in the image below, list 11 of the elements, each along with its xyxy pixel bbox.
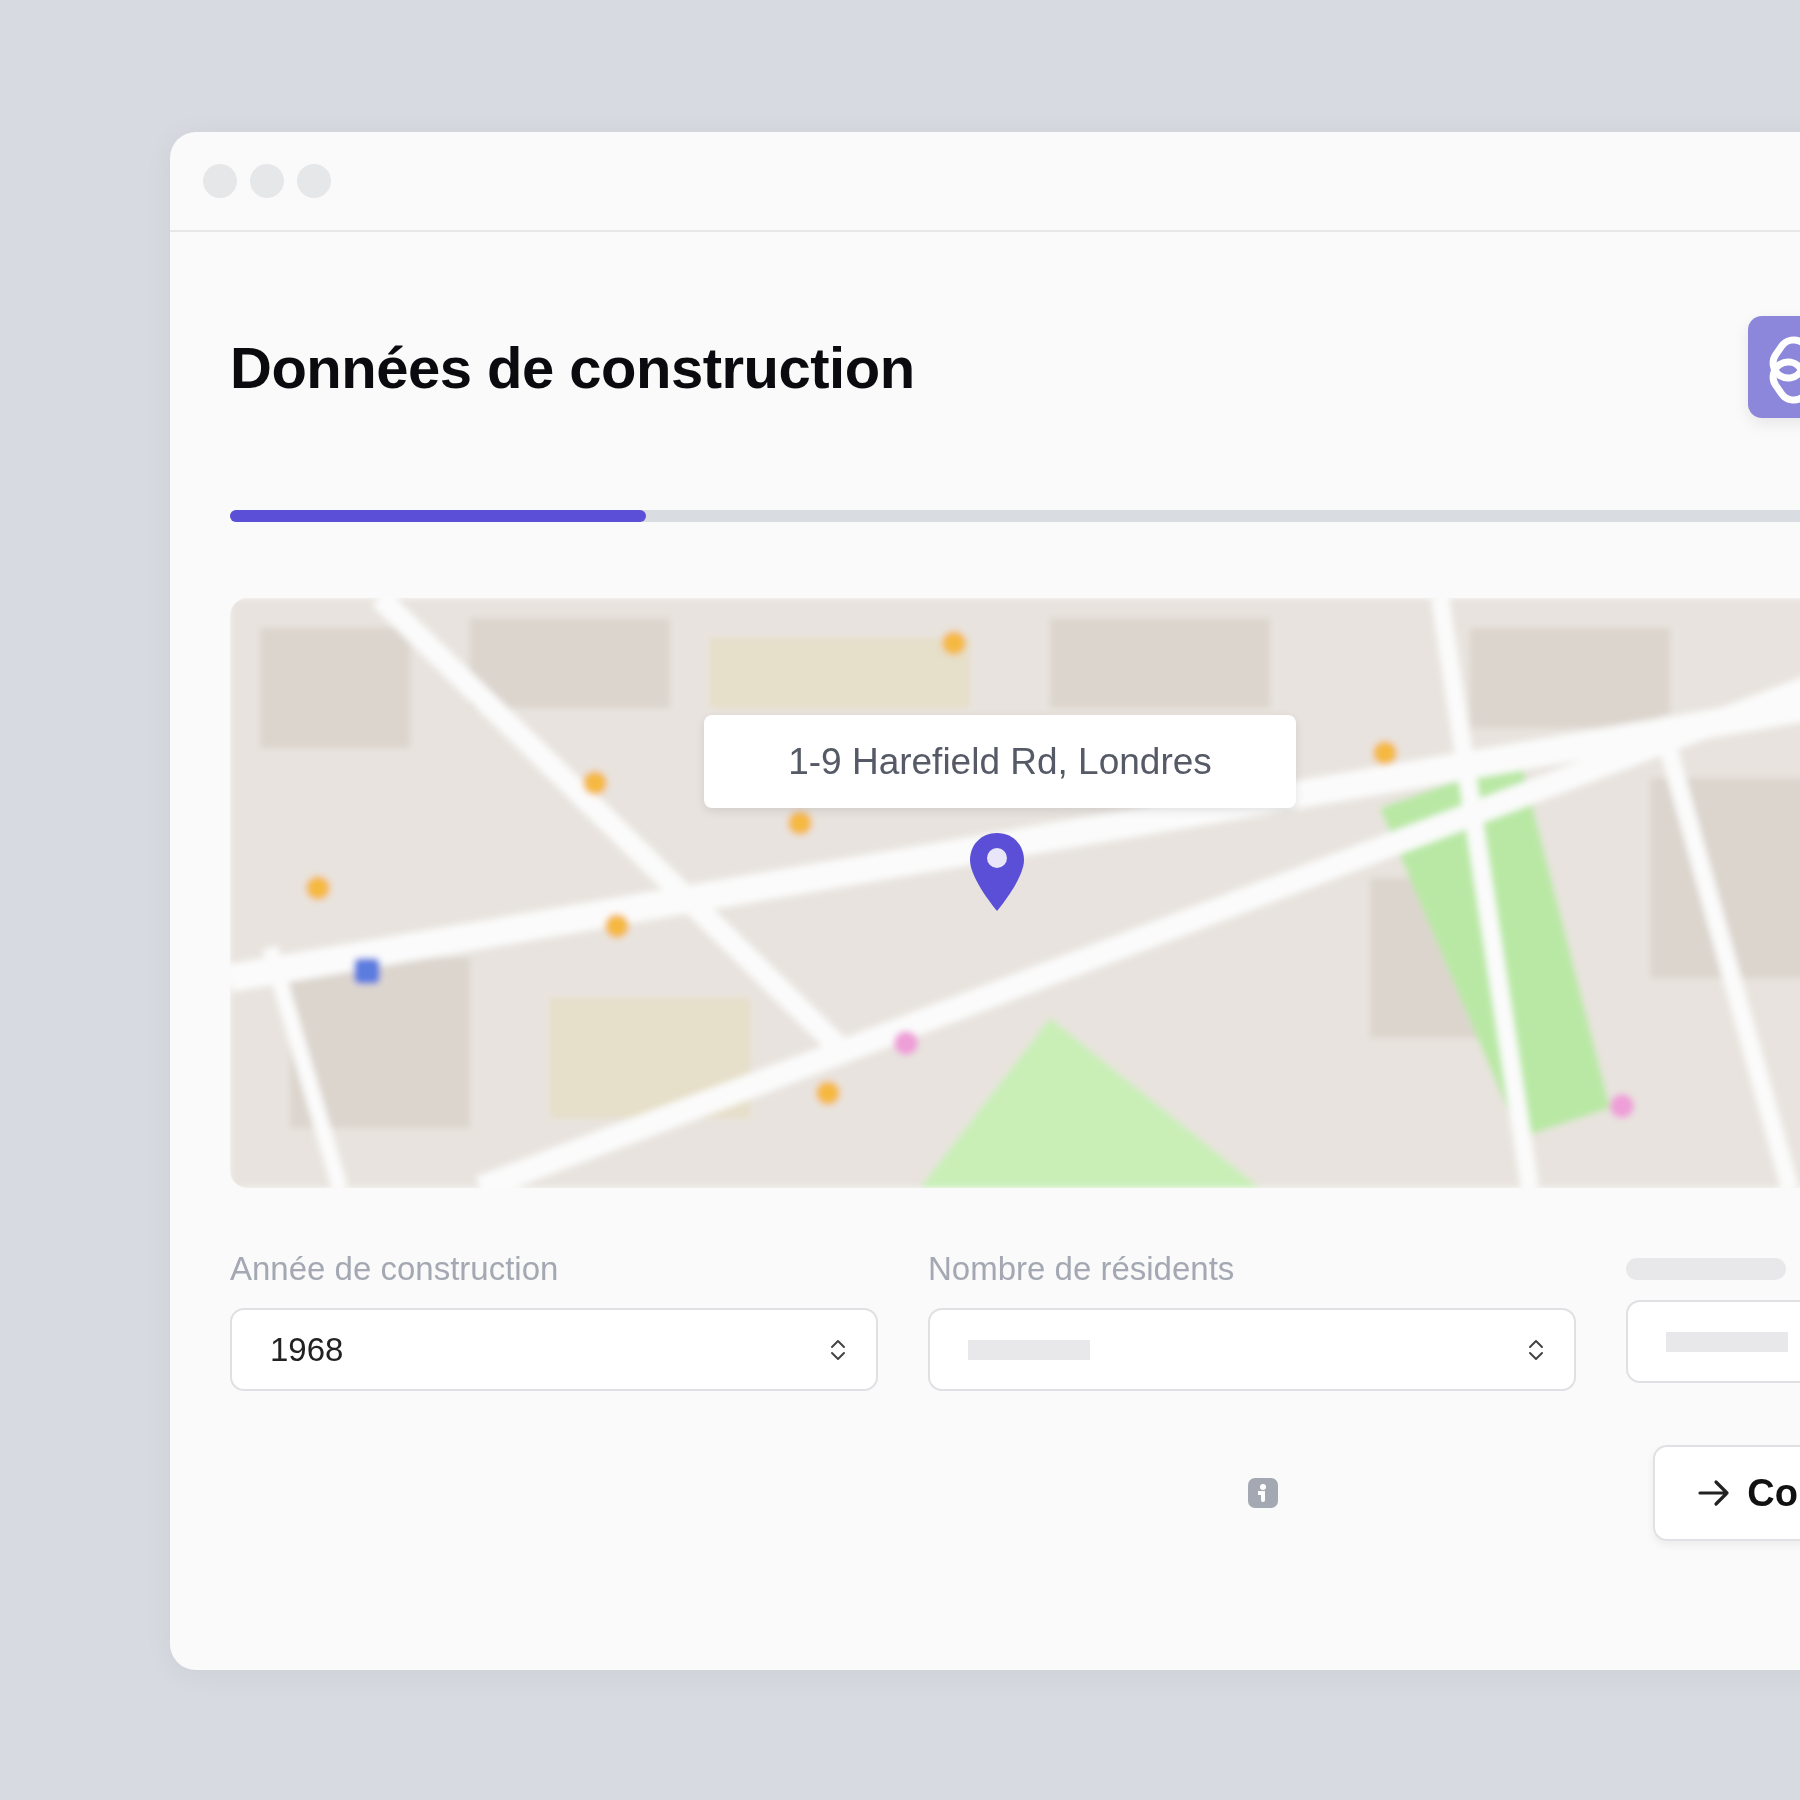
info-icon[interactable] (1248, 1478, 1279, 1508)
field-label: Année de construction (230, 1250, 560, 1288)
chevron-up-down-icon (830, 1337, 846, 1362)
address-label: 1-9 Harefield Rd, Londres (704, 715, 1296, 808)
select-field[interactable]: 1968 (230, 1308, 878, 1391)
continue-button[interactable]: Co (1653, 1445, 1800, 1541)
chevron-up-down-icon (1528, 1337, 1544, 1362)
field-label: Nombre de résidents (928, 1250, 1236, 1288)
page-title: Données de construction (230, 333, 915, 401)
select-field[interactable] (928, 1308, 1576, 1391)
map-pin-icon (968, 831, 1026, 913)
